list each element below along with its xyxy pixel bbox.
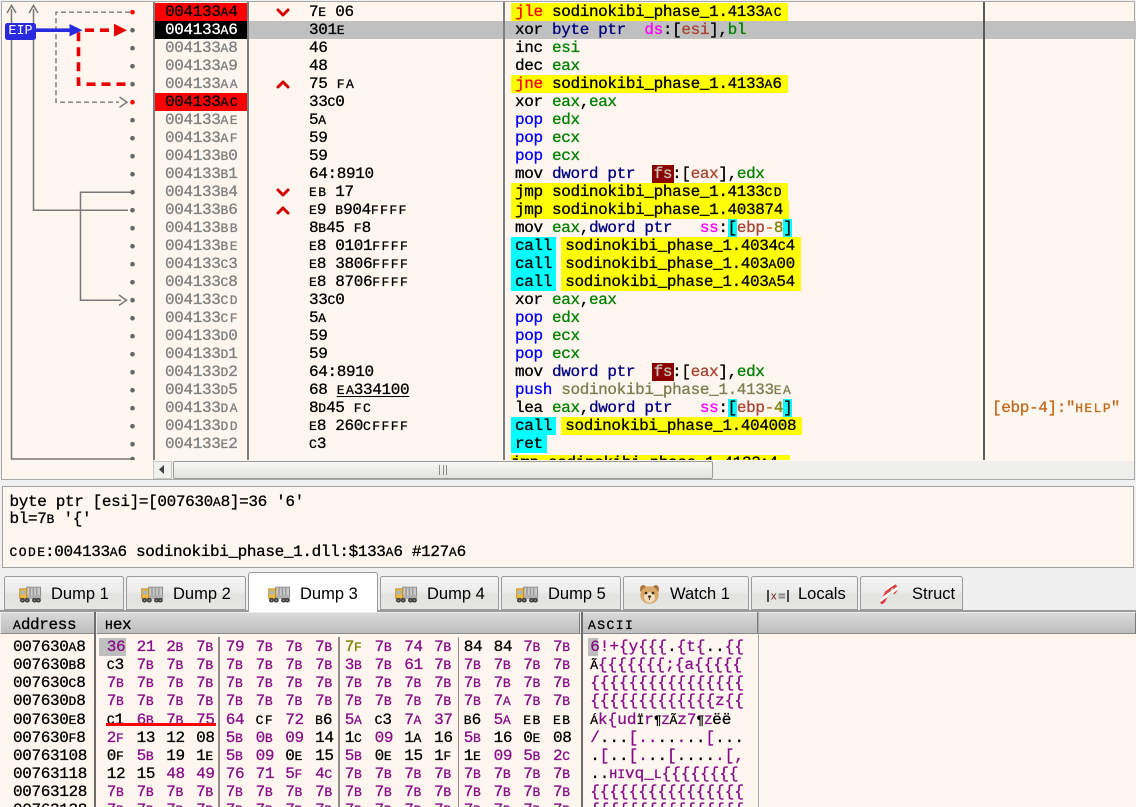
svg-text:x: x — [771, 591, 777, 603]
